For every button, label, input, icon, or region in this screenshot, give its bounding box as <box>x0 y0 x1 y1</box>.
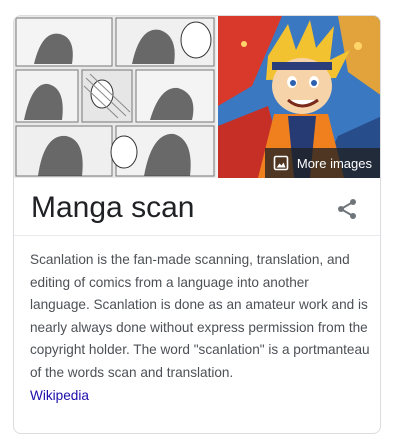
wikipedia-link[interactable]: Wikipedia <box>30 388 89 403</box>
more-images-label: More images <box>296 155 372 171</box>
more-images-button[interactable]: More images <box>264 148 380 178</box>
manga-page-image[interactable] <box>14 16 216 178</box>
share-icon[interactable] <box>335 197 359 221</box>
image-strip: More images <box>14 16 380 178</box>
description-text: Scanlation is the fan-made scanning, tra… <box>30 252 370 380</box>
image-icon <box>273 155 289 171</box>
title-row: Manga scan <box>14 178 380 236</box>
panel-title: Manga scan <box>31 191 195 224</box>
description: Scanlation is the fan-made scanning, tra… <box>30 249 370 407</box>
knowledge-panel-card: More images Manga scan Scanlation is the… <box>13 15 381 434</box>
